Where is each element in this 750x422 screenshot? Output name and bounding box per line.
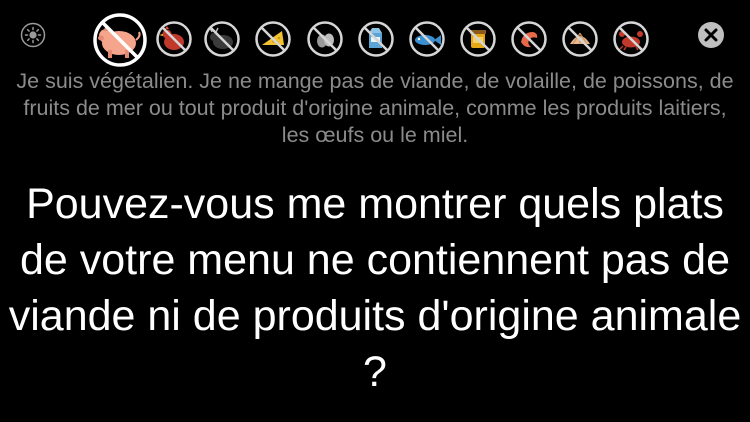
sun-icon <box>20 22 46 48</box>
food-toggle-cheese[interactable] <box>254 20 292 58</box>
close-icon <box>698 22 724 48</box>
dietary-statement: Je suis végétalien. Je ne mange pas de v… <box>16 69 734 147</box>
food-toggle-beef[interactable] <box>203 20 241 58</box>
fish-icon <box>409 21 445 57</box>
food-toggle-fish[interactable] <box>408 20 446 58</box>
food-toolbar <box>0 0 750 70</box>
brightness-button[interactable] <box>20 22 46 48</box>
chicken-icon <box>156 21 192 57</box>
pig-icon <box>93 13 147 67</box>
food-toggle-pork[interactable] <box>92 12 148 68</box>
question-to-waiter: Pouvez-vous me montrer quels plats de vo… <box>8 180 742 396</box>
food-toggle-crab[interactable] <box>612 20 650 58</box>
food-toggle-poultry[interactable] <box>155 20 193 58</box>
cheese-icon <box>255 21 291 57</box>
crab-icon <box>613 21 649 57</box>
egg-icon <box>307 21 343 57</box>
honey-jar-icon <box>460 21 496 57</box>
food-toggle-eggs[interactable] <box>306 20 344 58</box>
clam-icon <box>562 21 598 57</box>
milk-carton-icon <box>358 21 394 57</box>
food-toggle-shellfish[interactable] <box>561 20 599 58</box>
food-toggle-milk[interactable] <box>357 20 395 58</box>
food-toggle-shrimp[interactable] <box>510 20 548 58</box>
cow-icon <box>204 21 240 57</box>
close-button[interactable] <box>697 21 725 49</box>
shrimp-icon <box>511 21 547 57</box>
food-toggle-honey[interactable] <box>459 20 497 58</box>
